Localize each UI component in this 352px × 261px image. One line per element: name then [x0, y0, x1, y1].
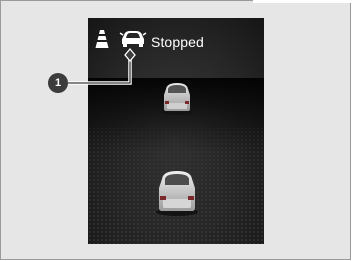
callout-number-badge: 1 [48, 73, 68, 93]
lane-marker-icon [95, 30, 109, 48]
status-text: Stopped [151, 34, 204, 50]
vehicle-ahead-icon [119, 31, 147, 47]
frame-top-gap [253, 0, 352, 3]
own-vehicle-car-icon [156, 171, 198, 216]
driver-info-display [88, 18, 264, 244]
lead-vehicle-car-icon [162, 83, 192, 115]
